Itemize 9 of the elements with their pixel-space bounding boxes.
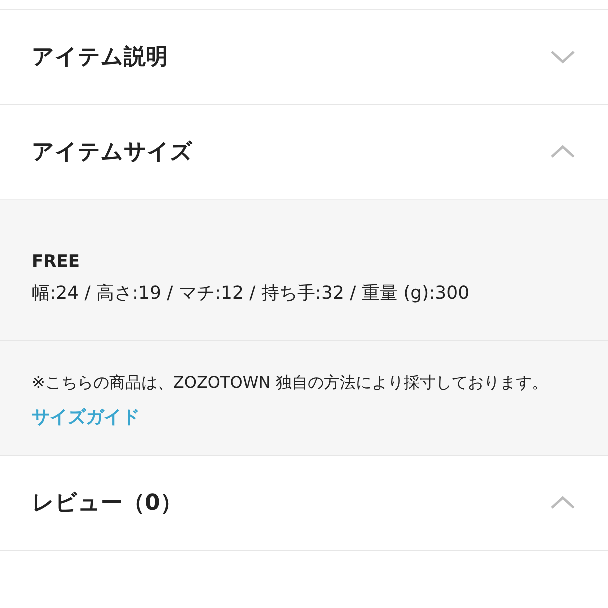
section-title[interactable]: レビュー（0） [32, 488, 182, 518]
measurement-note: ※こちらの商品は、ZOZOTOWN 独自の方法により採寸しております。 [32, 372, 549, 394]
section-title[interactable]: アイテムサイズ [32, 137, 193, 167]
chevron-up-icon[interactable] [550, 144, 576, 160]
size-name: FREE [32, 252, 81, 272]
size-measurements: 幅:24 / 高さ:19 / マチ:12 / 持ち手:32 / 重量 (g):300 [32, 282, 471, 306]
chevron-down-icon[interactable] [550, 49, 576, 65]
section-title[interactable]: アイテム説明 [32, 42, 168, 72]
chevron-up-icon[interactable] [550, 495, 576, 511]
